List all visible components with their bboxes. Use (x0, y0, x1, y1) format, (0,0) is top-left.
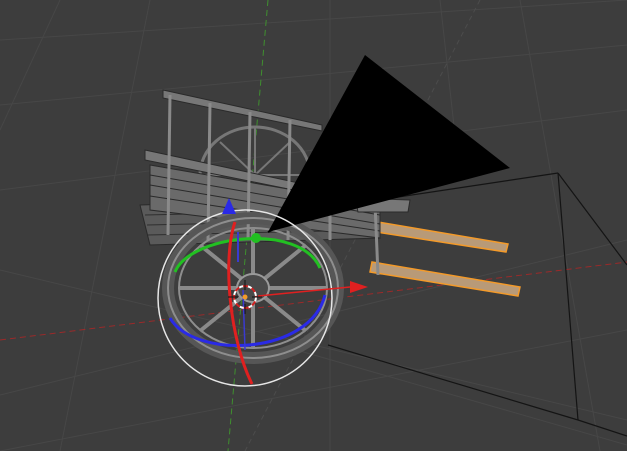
cart-shafts[interactable] (369, 221, 521, 297)
3d-viewport[interactable] (0, 0, 627, 451)
gizmo-x-arrow-icon[interactable] (350, 281, 368, 293)
gizmo-y-handle[interactable] (251, 233, 261, 243)
viewport-canvas[interactable] (0, 0, 627, 451)
world-x-axis (0, 261, 627, 341)
